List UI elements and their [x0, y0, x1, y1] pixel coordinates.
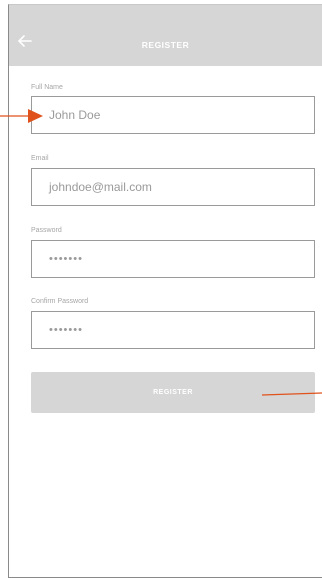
confirm-password-label: Confirm Password — [31, 298, 89, 305]
email-value: johndoe@mail.com — [49, 180, 152, 194]
email-field[interactable]: johndoe@mail.com — [31, 168, 315, 206]
full-name-label: Full Name — [31, 84, 63, 91]
password-value: ••••••• — [49, 253, 83, 265]
confirm-password-field[interactable]: ••••••• — [31, 311, 315, 349]
full-name-value: John Doe — [49, 108, 101, 122]
email-label: Email — [31, 155, 49, 162]
confirm-password-value: ••••••• — [49, 324, 83, 336]
password-label: Password — [31, 227, 62, 234]
register-button-label: REGISTER — [153, 389, 193, 396]
app-header: REGISTER — [9, 5, 322, 66]
full-name-field[interactable]: John Doe — [31, 96, 315, 134]
register-screen: REGISTER Full Name John Doe Email johndo… — [8, 4, 322, 578]
password-field[interactable]: ••••••• — [31, 240, 315, 278]
register-button[interactable]: REGISTER — [31, 372, 315, 413]
page-title: REGISTER — [141, 40, 190, 50]
